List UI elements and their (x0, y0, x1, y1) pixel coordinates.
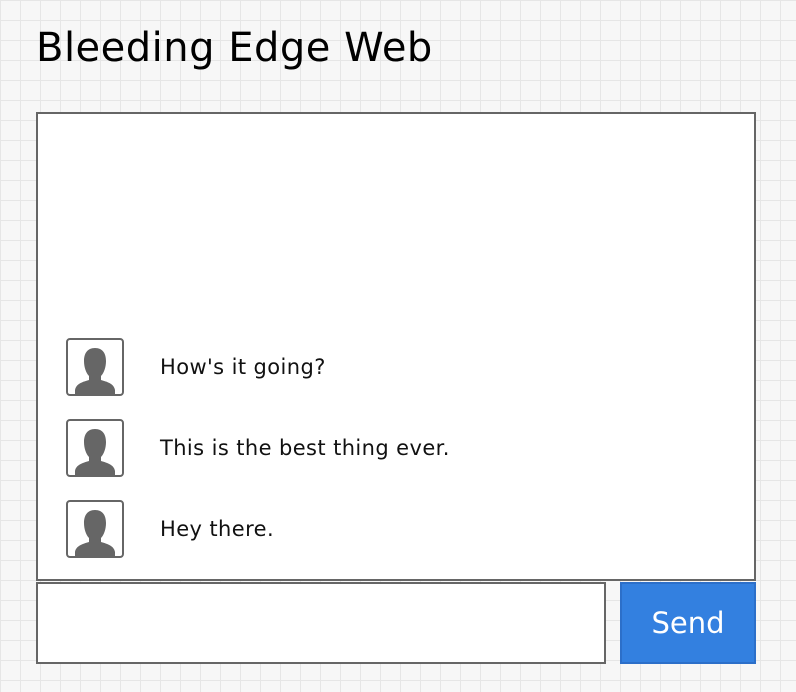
message-item: This is the best thing ever. (38, 417, 754, 479)
user-avatar-icon (66, 500, 124, 558)
message-text: This is the best thing ever. (160, 436, 450, 460)
user-avatar-icon (66, 419, 124, 477)
message-item: Hey there. (38, 498, 754, 560)
chat-message-panel[interactable]: How's it going? This is the best thing e… (36, 112, 756, 581)
message-item: How's it going? (38, 336, 754, 398)
user-avatar-icon (66, 338, 124, 396)
send-button[interactable]: Send (620, 582, 756, 664)
page-title: Bleeding Edge Web (36, 25, 433, 71)
message-list: How's it going? This is the best thing e… (38, 336, 754, 560)
message-text: Hey there. (160, 517, 275, 541)
message-text: How's it going? (160, 355, 326, 379)
message-input[interactable] (36, 582, 606, 664)
